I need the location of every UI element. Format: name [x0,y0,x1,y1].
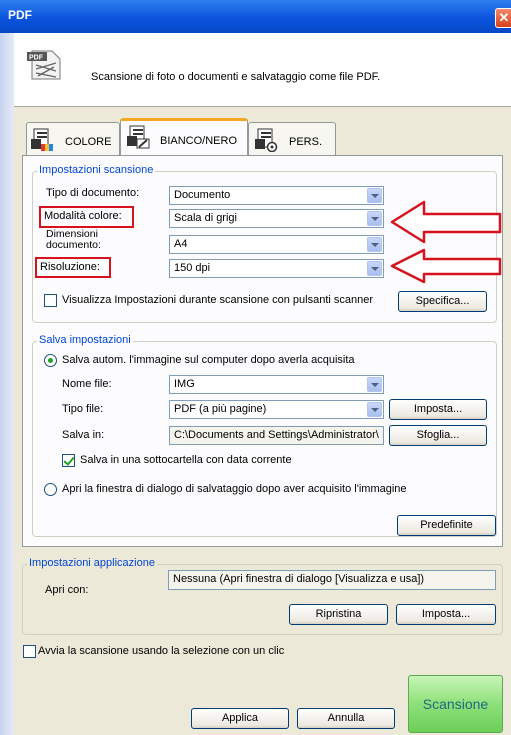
pdf-icon-text: PDF [29,55,44,62]
color-mode-select[interactable]: Scala di grigi [169,209,384,228]
document-type-value: Documento [174,189,231,201]
tab-colore-label: COLORE [65,136,112,148]
header-divider [14,106,511,107]
file-settings-button[interactable]: Imposta... [389,399,487,420]
file-name-select[interactable]: IMG [169,375,384,394]
auto-save-radio[interactable] [44,354,57,367]
save-in-field[interactable]: C:\Documents and Settings\Administrator\ [169,426,384,445]
app-settings-button[interactable]: Imposta... [396,604,496,625]
defaults-button[interactable]: Predefinite [397,515,496,536]
document-size-select[interactable]: A4 [169,235,384,254]
tab-pers-label: PERS. [289,136,323,148]
document-size-value: A4 [174,238,188,250]
open-with-value: Nessuna (Apri finestra di dialogo [Visua… [173,573,425,585]
document-type-select[interactable]: Documento [169,186,384,205]
arrow-left-icon [390,200,502,244]
specify-button[interactable]: Specifica... [398,291,487,312]
auto-save-label: Salva autom. l'immagine sul computer dop… [62,354,355,366]
document-size-label-line2: documento: [46,239,101,251]
document-type-label: Tipo di documento: [46,187,140,199]
dialog-header: PDF Scansione di foto o documenti e salv… [14,33,511,106]
title-bar: PDF ✕ [0,0,511,33]
document-size-label: Dimensioni documento: [46,229,101,251]
chevron-down-icon[interactable] [367,237,382,252]
save-in-label: Salva in: [62,429,105,441]
one-click-label: Avvia la scansione usando la selezione c… [38,645,285,657]
open-dialog-radio[interactable] [44,483,57,496]
chevron-down-icon[interactable] [367,377,382,392]
resolution-value: 150 dpi [174,262,211,274]
file-type-value: PDF (a più pagine) [174,403,267,415]
close-icon[interactable]: ✕ [495,8,511,28]
scan-button[interactable]: Scansione [408,675,503,733]
tab-bianco-nero[interactable]: BIANCO/NERO [120,118,248,156]
app-settings-legend: Impostazioni applicazione [27,557,157,569]
file-name-label: Nome file: [62,378,112,390]
chevron-down-icon[interactable] [367,188,382,203]
file-name-value: IMG [174,378,195,390]
blackwhite-document-icon [127,125,150,149]
one-click-checkbox[interactable] [23,645,36,658]
resolution-select[interactable]: 150 dpi [169,259,384,278]
scan-settings-legend: Impostazioni scansione [37,164,156,176]
apply-button[interactable]: Applica [191,708,289,729]
cancel-button[interactable]: Annulla [297,708,395,729]
open-with-field[interactable]: Nessuna (Apri finestra di dialogo [Visua… [168,570,496,590]
color-mode-value: Scala di grigi [174,212,237,224]
reset-button[interactable]: Ripristina [289,604,388,625]
save-in-value: C:\Documents and Settings\Administrator\ [174,429,379,441]
tab-bianco-nero-label: BIANCO/NERO [160,135,238,147]
save-settings-legend: Salva impostazioni [37,334,133,346]
tab-pers[interactable]: PERS. [248,122,336,156]
file-type-select[interactable]: PDF (a più pagine) [169,400,384,419]
subfolder-label: Salva in una sottocartella con data corr… [80,454,292,466]
file-type-label: Tipo file: [62,403,104,415]
chevron-down-icon[interactable] [367,402,382,417]
browse-button[interactable]: Sfoglia... [389,425,487,446]
window-title: PDF [8,8,32,22]
header-description: Scansione di foto o documenti e salvatag… [91,71,381,83]
subfolder-checkbox[interactable] [62,454,75,467]
resolution-label: Risoluzione: [40,261,100,273]
background-stripe [0,33,14,735]
color-mode-label: Modalità colore: [44,210,122,222]
open-with-label: Apri con: [45,584,89,596]
chevron-down-icon[interactable] [367,261,382,276]
show-settings-checkbox[interactable] [44,294,57,307]
open-dialog-label: Apri la finestra di dialogo di salvatagg… [62,483,407,495]
annotation-arrows [390,200,502,284]
tab-colore[interactable]: COLORE [26,122,120,156]
chevron-down-icon[interactable] [367,211,382,226]
pdf-document-icon: PDF [27,50,61,80]
show-settings-label: Visualizza Impostazioni durante scansion… [62,294,374,306]
color-document-icon [31,128,53,151]
arrow-left-icon [390,248,502,284]
custom-document-icon [255,128,278,152]
